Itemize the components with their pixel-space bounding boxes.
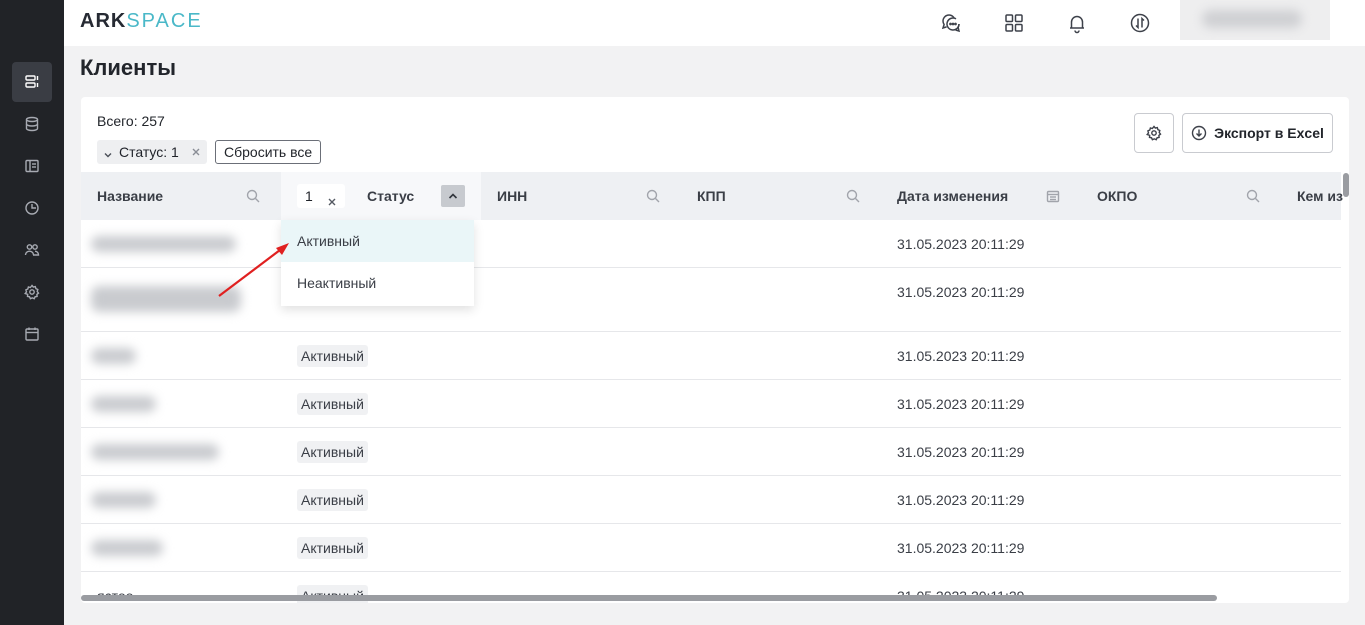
close-icon[interactable] bbox=[327, 190, 337, 206]
exchange-icon bbox=[1130, 13, 1150, 33]
users-icon bbox=[24, 244, 40, 256]
column-header-inn[interactable]: ИНН bbox=[497, 172, 527, 220]
changed-date: 31.05.2023 20:11:29 bbox=[897, 284, 1025, 300]
status-dropdown-toggle[interactable] bbox=[441, 185, 465, 207]
search-icon[interactable] bbox=[246, 189, 260, 203]
column-header-status: 1 Статус bbox=[281, 172, 481, 220]
logo-ark-text: ARK bbox=[80, 10, 127, 32]
sidebar-item-calendar[interactable] bbox=[12, 314, 52, 354]
client-name-blurred bbox=[91, 236, 236, 252]
table-header: Название ИНН КПП Дата изменения ОКПО Кем… bbox=[81, 172, 1343, 220]
column-header-changed-by[interactable]: Кем из bbox=[1297, 172, 1343, 220]
bell-icon bbox=[1070, 15, 1084, 34]
client-name-blurred bbox=[91, 348, 136, 364]
status-filter-value: 1 bbox=[305, 188, 313, 204]
status-badge: Активный bbox=[297, 489, 368, 511]
changed-date: 31.05.2023 20:11:29 bbox=[897, 444, 1025, 460]
sidebar bbox=[0, 0, 64, 625]
column-header-okpo[interactable]: ОКПО bbox=[1097, 172, 1137, 220]
user-profile-blurred[interactable] bbox=[1180, 0, 1330, 40]
sidebar-item-layout[interactable] bbox=[12, 146, 52, 186]
sidebar-item-settings[interactable] bbox=[12, 272, 52, 312]
status-dropdown-menu: Активный Неактивный bbox=[281, 220, 474, 306]
calendar-icon bbox=[25, 327, 39, 341]
table-row[interactable]: Активный 31.05.2023 20:11:29 bbox=[81, 380, 1341, 428]
table-row[interactable]: 31.05.2023 20:11:29 bbox=[81, 220, 1341, 268]
client-name-blurred bbox=[91, 540, 163, 556]
clock-chart-icon bbox=[25, 201, 39, 215]
sidebar-item-clients[interactable] bbox=[12, 62, 52, 102]
close-icon[interactable] bbox=[191, 144, 201, 160]
column-header-kpp[interactable]: КПП bbox=[697, 172, 726, 220]
export-excel-label: Экспорт в Excel bbox=[1214, 125, 1324, 141]
download-icon bbox=[1191, 125, 1207, 141]
notifications-button[interactable] bbox=[1062, 8, 1092, 38]
database-icon bbox=[25, 116, 39, 132]
clients-list-icon bbox=[25, 75, 39, 88]
column-header-changed-date[interactable]: Дата изменения bbox=[897, 172, 1008, 220]
status-filter-input[interactable]: 1 bbox=[297, 184, 345, 208]
vertical-scrollbar[interactable] bbox=[1343, 173, 1349, 197]
status-badge: Активный bbox=[297, 345, 368, 367]
table-row[interactable]: Активный 31.05.2023 20:11:29 bbox=[81, 524, 1341, 572]
status-badge: Активный bbox=[297, 537, 368, 559]
horizontal-scrollbar[interactable] bbox=[81, 595, 1217, 601]
changed-date: 31.05.2023 20:11:29 bbox=[897, 236, 1025, 252]
sidebar-item-history[interactable] bbox=[12, 188, 52, 228]
table-row[interactable]: 31.05.2023 20:11:29 bbox=[81, 268, 1341, 332]
table-row[interactable]: Активный 31.05.2023 20:11:29 bbox=[81, 428, 1341, 476]
status-badge: Активный bbox=[297, 393, 368, 415]
logo[interactable]: ARKSPACE bbox=[80, 10, 203, 33]
sidebar-item-users[interactable] bbox=[12, 230, 52, 270]
export-excel-button[interactable]: Экспорт в Excel bbox=[1182, 113, 1333, 153]
layout-icon bbox=[25, 159, 39, 173]
support-chat-button[interactable] bbox=[936, 8, 966, 38]
clients-table-card: Всего: 257 Статус: 1 Сбросить все Экспор… bbox=[81, 97, 1349, 603]
client-name-blurred bbox=[91, 492, 156, 508]
table-row[interactable]: Активный 31.05.2023 20:11:29 bbox=[81, 332, 1341, 380]
status-option-inactive[interactable]: Неактивный bbox=[281, 262, 474, 304]
status-option-active[interactable]: Активный bbox=[281, 220, 474, 262]
client-name-blurred bbox=[91, 396, 156, 412]
table-row[interactable]: Активный 31.05.2023 20:11:29 bbox=[81, 476, 1341, 524]
chevron-down-icon[interactable] bbox=[103, 147, 113, 158]
chevron-up-icon bbox=[448, 193, 458, 199]
gear-icon bbox=[1146, 125, 1162, 141]
reset-all-button[interactable]: Сбросить все bbox=[215, 140, 322, 164]
exchange-button[interactable] bbox=[1125, 8, 1155, 38]
status-filter-chip-label: Статус: 1 bbox=[119, 144, 179, 160]
changed-date: 31.05.2023 20:11:29 bbox=[897, 540, 1025, 556]
top-bar: ARKSPACE bbox=[64, 0, 1365, 46]
status-filter-chip[interactable]: Статус: 1 bbox=[97, 140, 207, 164]
status-badge: Активный bbox=[297, 441, 368, 463]
total-count: Всего: 257 bbox=[97, 113, 165, 129]
table-settings-button[interactable] bbox=[1134, 113, 1174, 153]
settings-icon bbox=[24, 284, 40, 300]
changed-date: 31.05.2023 20:11:29 bbox=[897, 492, 1025, 508]
changed-date: 31.05.2023 20:11:29 bbox=[897, 396, 1025, 412]
changed-date: 31.05.2023 20:11:29 bbox=[897, 348, 1025, 364]
search-icon[interactable] bbox=[646, 189, 660, 203]
calendar-icon[interactable] bbox=[1046, 189, 1060, 203]
support-chat-icon bbox=[941, 14, 961, 33]
page-title: Клиенты bbox=[80, 55, 177, 80]
search-icon[interactable] bbox=[846, 189, 860, 203]
column-header-status-label: Статус bbox=[367, 188, 415, 204]
logo-space-text: SPACE bbox=[126, 10, 203, 32]
apps-grid-button[interactable] bbox=[999, 8, 1029, 38]
client-name-blurred bbox=[91, 286, 241, 312]
column-header-name[interactable]: Название bbox=[97, 172, 163, 220]
client-name-blurred bbox=[91, 444, 219, 460]
sidebar-item-database[interactable] bbox=[12, 104, 52, 144]
search-icon[interactable] bbox=[1246, 189, 1260, 203]
apps-grid-icon bbox=[1005, 14, 1023, 32]
